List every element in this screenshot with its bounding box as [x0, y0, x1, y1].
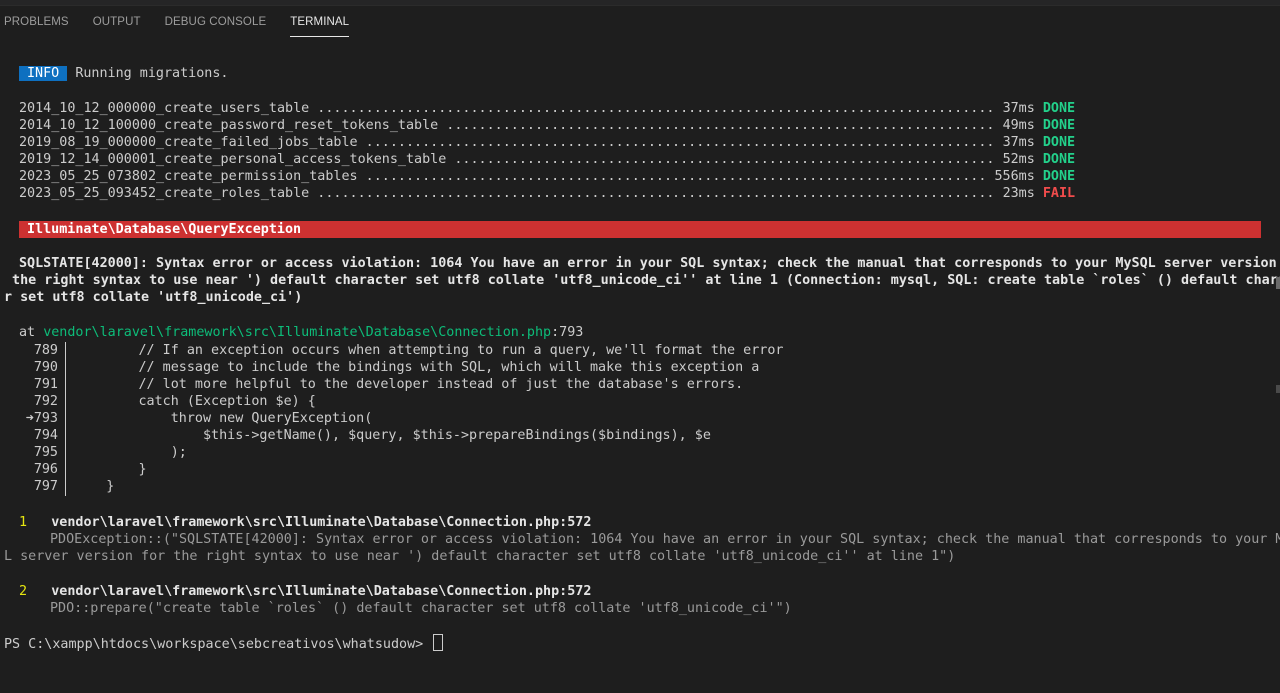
migration-dots: ........................................… [357, 135, 1003, 150]
migration-row: 2023_05_25_093452_create_roles_table ...… [19, 185, 1075, 202]
tab-debug-console[interactable]: DEBUG CONSOLE [165, 7, 267, 37]
trace-frame-file[interactable]: vendor\laravel\framework\src\Illuminate\… [51, 584, 591, 599]
scrollbar-marker[interactable] [1276, 385, 1280, 393]
code-line: catch (Exception $e) { [74, 394, 316, 409]
code-line-current: throw new QueryException( [74, 411, 373, 426]
trace-frame-detail: L server version for the right syntax to… [4, 549, 956, 564]
migration-status: DONE [1042, 101, 1076, 116]
migration-dots: ........................................… [438, 118, 1003, 133]
migration-time: 23ms [1002, 186, 1035, 201]
info-badge: INFO [19, 66, 68, 81]
migration-time: 49ms [1002, 118, 1035, 133]
migration-row: 2019_08_19_000000_create_failed_jobs_tab… [19, 134, 1075, 151]
migration-name: 2019_08_19_000000_create_failed_jobs_tab… [19, 135, 358, 150]
text-cursor [433, 634, 444, 651]
migration-row: 2014_10_12_000000_create_users_table ...… [19, 100, 1075, 117]
migration-name: 2019_12_14_000001_create_personal_access… [19, 152, 447, 167]
tab-output[interactable]: OUTPUT [93, 7, 141, 37]
trace-frame-detail: PDO::prepare("create table `roles` () de… [50, 601, 792, 616]
code-line-number: 789 [33, 343, 58, 358]
current-line-arrow-icon: ➜ [25, 411, 34, 426]
code-line-number-current: ➜793 [18, 410, 58, 427]
migration-row: 2014_10_12_100000_create_password_reset_… [19, 117, 1075, 134]
migration-status: FAIL [1042, 186, 1076, 201]
migration-status: DONE [1042, 152, 1076, 167]
tab-problems[interactable]: PROBLEMS [4, 7, 69, 37]
trace-frame-number: 2 [19, 584, 28, 599]
migration-name: 2023_05_25_093452_create_roles_table [19, 186, 310, 201]
exception-title-line: Illuminate\Database\QueryException [19, 221, 301, 238]
exception-message-line: SQLSTATE[42000]: Syntax error or access … [19, 256, 1280, 271]
trace-frame-number: 1 [19, 515, 28, 530]
trace-frame-detail: PDOException::("SQLSTATE[42000]: Syntax … [50, 532, 1280, 547]
panel-tab-bar: PROBLEMS OUTPUT DEBUG CONSOLE TERMINAL [0, 6, 1280, 38]
exception-message-line: the right syntax to use near ') default … [4, 273, 1280, 288]
code-line-number: 790 [33, 360, 58, 375]
code-line: // message to include the bindings with … [74, 360, 760, 375]
location-path[interactable]: vendor\laravel\framework\src\Illuminate\… [43, 325, 551, 340]
location-line: :793 [551, 325, 584, 340]
migration-status: DONE [1042, 118, 1076, 133]
code-line: // lot more helpful to the developer ins… [74, 377, 744, 392]
code-line: // If an exception occurs when attemptin… [74, 343, 784, 358]
code-line-number: 795 [33, 445, 58, 460]
migration-time: 52ms [1002, 152, 1035, 167]
migration-time: 37ms [1002, 135, 1035, 150]
trace-frame-header: 2 vendor\laravel\framework\src\Illuminat… [19, 583, 591, 600]
code-line: ); [74, 445, 187, 460]
code-line-number: 796 [33, 462, 58, 477]
migration-dots: ........................................… [446, 152, 1003, 167]
tab-terminal[interactable]: TERMINAL [290, 7, 350, 37]
current-line-num: 793 [33, 411, 58, 426]
code-line-number: 794 [33, 428, 58, 443]
migration-name: 2023_05_25_073802_create_permission_tabl… [19, 169, 358, 184]
code-line-number: 792 [33, 394, 58, 409]
migration-status: DONE [1042, 135, 1076, 150]
shell-prompt: PS C:\xampp\htdocs\workspace\sebcreativo… [4, 637, 432, 652]
migration-dots: ........................................… [309, 101, 1003, 116]
code-gutter-divider [65, 342, 66, 496]
shell-prompt-line[interactable]: PS C:\xampp\htdocs\workspace\sebcreativo… [4, 634, 444, 653]
exception-message-line: r set utf8 collate 'utf8_unicode_ci') [4, 290, 303, 305]
migration-time: 37ms [1002, 101, 1035, 116]
code-line: $this->getName(), $query, $this->prepare… [74, 428, 711, 443]
location-at: at [19, 325, 44, 340]
migration-status: DONE [1042, 169, 1076, 184]
migration-name: 2014_10_12_100000_create_password_reset_… [19, 118, 439, 133]
code-line-number: 791 [33, 377, 58, 392]
info-line: INFO Running migrations. [19, 65, 229, 82]
migration-name: 2014_10_12_000000_create_users_table [19, 101, 310, 116]
exception-location: at vendor\laravel\framework\src\Illumina… [19, 324, 583, 341]
code-line-number: 797 [33, 479, 58, 494]
migration-dots: ........................................… [357, 169, 995, 184]
exception-title: Illuminate\Database\QueryException [27, 222, 302, 237]
trace-frame-file[interactable]: vendor\laravel\framework\src\Illuminate\… [51, 515, 591, 530]
info-text: Running migrations. [75, 66, 229, 81]
code-line: } [74, 479, 115, 494]
migration-row: 2019_12_14_000001_create_personal_access… [19, 151, 1075, 168]
migration-dots: ........................................… [309, 186, 1003, 201]
migration-time: 556ms [994, 169, 1035, 184]
trace-frame-header: 1 vendor\laravel\framework\src\Illuminat… [19, 514, 591, 531]
scrollbar-marker[interactable] [1276, 277, 1280, 289]
code-line: } [74, 462, 147, 477]
migration-row: 2023_05_25_073802_create_permission_tabl… [19, 168, 1075, 185]
